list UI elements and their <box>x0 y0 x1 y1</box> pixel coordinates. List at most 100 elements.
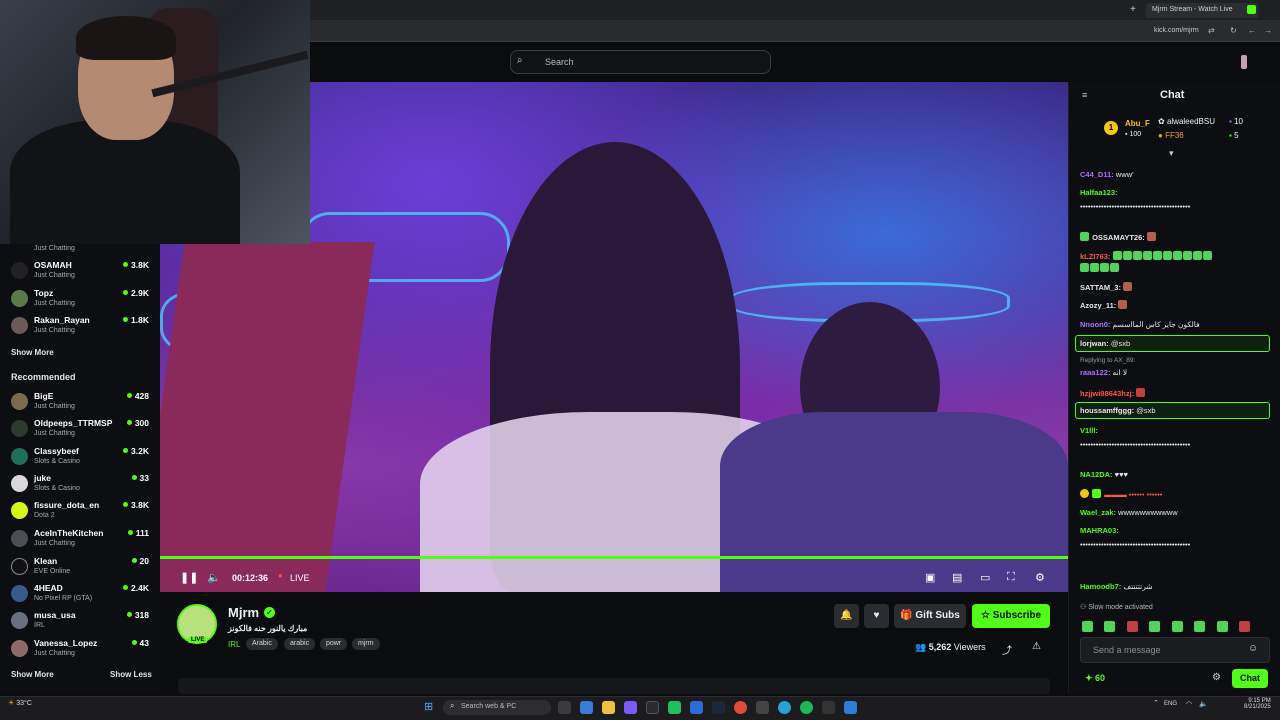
clip-icon[interactable]: ▤ <box>952 571 962 584</box>
emote-icon[interactable] <box>1149 621 1161 632</box>
sidebar-item-oldpeeps[interactable]: Oldpeeps_TTRMSP Just Chatting 300 <box>0 416 160 442</box>
gift-subs-button[interactable]: 🎁 Gift Subs <box>894 604 966 628</box>
capcut-icon[interactable] <box>822 701 835 714</box>
volume-icon[interactable]: 🔈 <box>207 571 221 584</box>
tray-chevron-icon[interactable]: ⌃ <box>1153 699 1159 707</box>
leaderboard-user[interactable]: ● FF36 <box>1158 131 1184 140</box>
chat-username[interactable]: houssamffggg: <box>1080 406 1134 415</box>
app-icon[interactable] <box>690 701 703 714</box>
chat-username[interactable]: Azozy_11: <box>1080 301 1116 310</box>
app-icon[interactable] <box>844 701 857 714</box>
leaderboard-user[interactable]: ✿ alwaleedBSU <box>1158 117 1215 126</box>
url-text[interactable]: kick.com/mjrm <box>1154 27 1199 34</box>
chat-username[interactable]: Wael_zak: <box>1080 508 1116 517</box>
chat-username[interactable]: Halfaa123: <box>1080 188 1118 197</box>
stream-tag[interactable]: mjrm <box>352 638 380 650</box>
chat-username[interactable]: MAHRA03: <box>1080 526 1119 535</box>
emote-icon[interactable] <box>1126 621 1138 632</box>
volume-tray-icon[interactable]: 🔈 <box>1199 700 1208 708</box>
fullscreen-icon[interactable]: ⛶ <box>1007 571 1015 584</box>
chat-username[interactable]: kLZI763: <box>1080 252 1110 261</box>
chrome-icon[interactable] <box>734 701 747 714</box>
sidebar-item-rakan-rayan[interactable]: Rakan_Rayan Just Chatting 1.8K <box>0 313 160 339</box>
windows-start-icon[interactable]: ⊞ <box>424 700 433 713</box>
spotify-icon[interactable] <box>800 701 813 714</box>
chat-username[interactable]: hzjjwi98643hzj: <box>1080 389 1134 398</box>
forward-icon[interactable]: → <box>1264 26 1272 35</box>
weather-widget[interactable]: ☀ 33°C <box>8 699 32 707</box>
show-more-recommended-link[interactable]: Show More <box>11 670 54 679</box>
emote-icon[interactable] <box>1239 621 1251 632</box>
chat-username[interactable]: C44_D11: <box>1080 170 1114 179</box>
pause-icon[interactable]: ❚❚ <box>180 571 198 584</box>
subscribe-button[interactable]: ☆ Subscribe <box>972 604 1050 628</box>
settings-gear-icon[interactable]: ⚙ <box>1035 571 1045 584</box>
sidebar-item-topz[interactable]: Topz Just Chatting 2.9K <box>0 286 160 312</box>
chat-username[interactable]: V1lll: <box>1080 426 1098 435</box>
expand-leaderboard-icon[interactable]: ▾ <box>1169 148 1174 159</box>
chat-username[interactable]: SATTAM_3: <box>1080 283 1121 292</box>
taskbar-clock[interactable]: 9:15 PM 8/21/2025 <box>1244 698 1271 710</box>
copilot-icon[interactable] <box>580 701 593 714</box>
show-less-link[interactable]: Show Less <box>110 670 152 679</box>
chat-username[interactable]: raaa122: <box>1080 368 1110 377</box>
sidebar-item-aceinthekitchen[interactable]: AceInTheKitchen Just Chatting 111 <box>0 526 160 552</box>
edge-icon[interactable] <box>778 701 791 714</box>
chat-message-input[interactable]: Send a message <box>1080 637 1270 663</box>
stream-tag[interactable]: Arabic <box>246 638 278 650</box>
chat-username[interactable]: Nnoon0: <box>1080 320 1110 329</box>
sidebar-item-vanessa-lopez[interactable]: Vanessa_Lopez Just Chatting 43 <box>0 636 160 662</box>
sidebar-item-klean[interactable]: Klean EVE Online 20 <box>0 554 160 580</box>
leaderboard-top-user[interactable]: Abu_F <box>1125 119 1150 128</box>
task-view-icon[interactable] <box>558 701 571 714</box>
new-tab-icon[interactable]: + <box>1130 4 1136 15</box>
sidebar-item-classybeef[interactable]: Classybeef Slots & Casino 3.2K <box>0 444 160 470</box>
stream-tag[interactable]: arabic <box>284 638 316 650</box>
app-icon[interactable] <box>624 701 637 714</box>
follow-button[interactable]: ♥ <box>864 604 889 628</box>
app-icon[interactable] <box>668 701 681 714</box>
chat-settings-gear-icon[interactable]: ⚙ <box>1212 672 1221 683</box>
reload-icon[interactable]: ↻ <box>1230 26 1237 35</box>
emoji-picker-icon[interactable]: ☺ <box>1248 643 1258 654</box>
emote-icon[interactable] <box>1104 621 1116 632</box>
wifi-icon[interactable]: ◠ <box>1186 700 1192 708</box>
search-input[interactable]: Search <box>510 50 771 74</box>
channel-name[interactable]: Mjrm <box>228 605 259 620</box>
send-chat-button[interactable]: Chat <box>1232 669 1268 688</box>
emote-icon[interactable] <box>1216 621 1228 632</box>
user-menu-icon[interactable] <box>1241 55 1247 69</box>
browser-tab[interactable]: Mjrm Stream - Watch Live <box>1146 3 1258 18</box>
file-explorer-icon[interactable] <box>602 701 615 714</box>
sidebar-item-osamah[interactable]: OSAMAH Just Chatting 3.8K <box>0 258 160 284</box>
emote-icon[interactable] <box>1082 621 1093 632</box>
steam-icon[interactable] <box>712 701 725 714</box>
collapse-chat-icon[interactable]: ≡ <box>1082 90 1087 100</box>
translate-icon[interactable]: ⇄ <box>1208 26 1215 35</box>
app-icon[interactable] <box>756 701 769 714</box>
taskbar-search-input[interactable]: Search web & PC <box>443 700 551 715</box>
stream-category[interactable]: IRL <box>228 640 240 649</box>
sidebar-item-bige[interactable]: BigE Just Chatting 428 <box>0 389 160 415</box>
language-indicator[interactable]: ENG <box>1164 701 1177 707</box>
sidebar-item-fissure-dota-en[interactable]: fissure_dota_en Dota 2 3.8K <box>0 498 160 524</box>
chat-username[interactable]: NA12DA: <box>1080 470 1113 479</box>
emote-icon[interactable] <box>1171 621 1183 632</box>
theater-mode-icon[interactable]: ▭ <box>980 571 990 584</box>
terminal-icon[interactable] <box>646 701 659 714</box>
show-more-following-link[interactable]: Show More <box>11 348 54 357</box>
sidebar-item-musa-usa[interactable]: musa_usa IRL 318 <box>0 608 160 634</box>
sidebar-item-juke[interactable]: juke Slots & Casino 33 <box>0 471 160 497</box>
report-icon[interactable]: ⚠ <box>1032 641 1041 652</box>
chat-username[interactable]: Hamoodb7: <box>1080 582 1121 591</box>
notification-bell-button[interactable]: 🔔 <box>834 604 859 628</box>
back-icon[interactable]: ← <box>1248 26 1256 35</box>
chat-username[interactable]: OSSAMAYT26: <box>1092 233 1145 242</box>
video-progress-bar[interactable] <box>160 556 1068 559</box>
channel-points[interactable]: ✦ 60 <box>1085 673 1105 684</box>
share-icon[interactable]: ⤴ <box>1002 642 1012 657</box>
mini-player-icon[interactable]: ▣ <box>925 571 935 584</box>
stream-tag[interactable]: powr <box>320 638 348 650</box>
emote-icon[interactable] <box>1194 621 1206 632</box>
sidebar-item-4head[interactable]: 4HEAD No Pixel RP (GTA) 2.4K <box>0 581 160 607</box>
